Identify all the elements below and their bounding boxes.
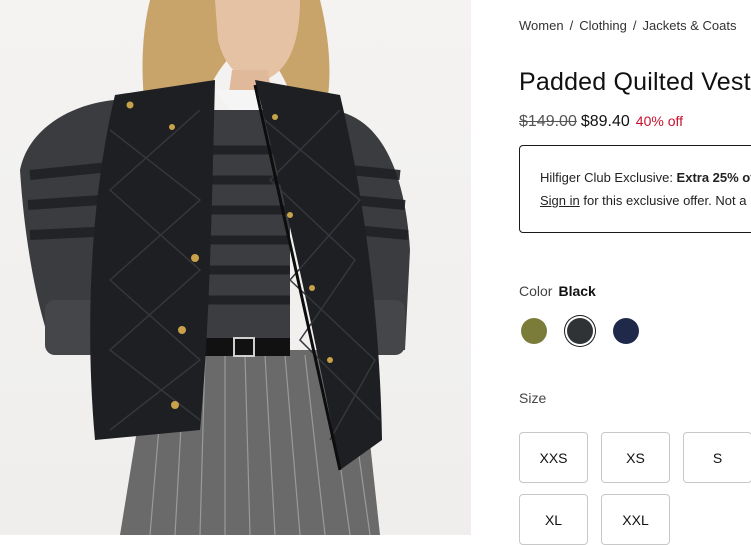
color-swatch-navy[interactable] <box>613 318 639 344</box>
club-promo-box: Hilfiger Club Exclusive: Extra 25% of Si… <box>519 145 751 233</box>
size-option-xxl[interactable]: XXL <box>601 494 670 545</box>
color-selector-label: Color Black <box>519 283 596 299</box>
breadcrumb-separator: / <box>569 18 574 33</box>
breadcrumb-jackets-coats[interactable]: Jackets & Coats <box>643 18 737 33</box>
selected-color: Black <box>558 283 596 299</box>
size-option-xl[interactable]: XL <box>519 494 588 545</box>
size-option-xxs[interactable]: XXS <box>519 432 588 483</box>
promo-offer: Extra 25% of <box>676 170 751 185</box>
price-block: $149.00 $89.40 40% off <box>519 113 683 131</box>
color-swatch-black[interactable] <box>567 318 593 344</box>
promo-prefix: Hilfiger Club Exclusive: <box>540 170 677 185</box>
discount-badge: 40% off <box>635 113 684 129</box>
product-title: Padded Quilted Vest <box>519 68 751 96</box>
original-price: $149.00 <box>519 113 577 130</box>
promo-line-1: Hilfiger Club Exclusive: Extra 25% of <box>540 170 751 185</box>
color-swatch-olive[interactable] <box>521 318 547 344</box>
sale-price: $89.40 <box>580 113 630 130</box>
breadcrumb-separator: / <box>632 18 637 33</box>
size-label: Size <box>519 390 547 406</box>
breadcrumb-women[interactable]: Women <box>519 18 564 33</box>
product-image[interactable] <box>0 0 471 535</box>
breadcrumb-clothing[interactable]: Clothing <box>579 18 627 33</box>
size-option-xs[interactable]: XS <box>601 432 670 483</box>
promo-line-2: Sign in for this exclusive offer. Not a <box>540 193 751 208</box>
color-label: Color <box>519 283 553 299</box>
product-photo-illustration <box>20 0 410 535</box>
breadcrumb: Women / Clothing / Jackets & Coats <box>519 18 736 33</box>
size-option-s[interactable]: S <box>683 432 751 483</box>
sign-in-link[interactable]: Sign in <box>540 193 580 208</box>
promo-line2-text: for this exclusive offer. Not a <box>579 193 747 208</box>
